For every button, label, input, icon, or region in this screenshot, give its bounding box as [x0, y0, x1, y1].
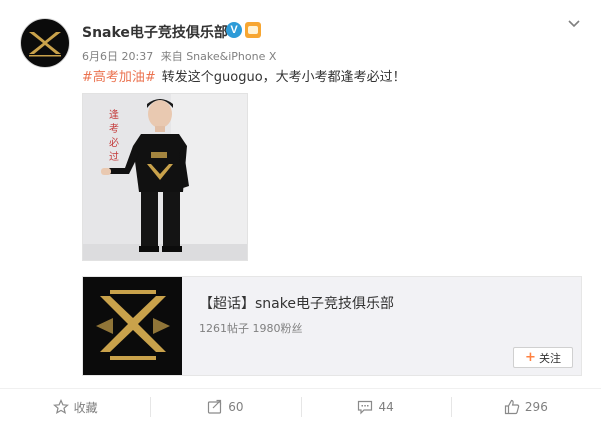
- photo-sign-char: 逢: [109, 109, 119, 121]
- snake-sports-logo-icon: [95, 290, 170, 360]
- repost-button[interactable]: 60: [150, 389, 300, 425]
- topic-title[interactable]: 【超话】snake电子竞技俱乐部: [199, 293, 394, 313]
- topic-thumbnail: [83, 277, 182, 375]
- follow-label: 关注: [538, 351, 561, 365]
- like-button[interactable]: 296: [450, 389, 601, 425]
- post-meta: 6月6日 20:37 来自 Snake&iPhone X: [82, 48, 280, 64]
- comment-icon: [358, 400, 373, 415]
- post-text: #高考加油# 转发这个guoguo，大考小考都逢考必过！: [82, 66, 406, 85]
- favorite-label: 收藏: [73, 400, 98, 415]
- user-badges: V: [226, 22, 261, 38]
- user-avatar[interactable]: [20, 18, 70, 68]
- member-icon[interactable]: [245, 22, 261, 38]
- super-topic-card[interactable]: 【超话】snake电子竞技俱乐部 1261帖子 1980粉丝 + 关注: [82, 276, 582, 376]
- repost-icon: [208, 399, 222, 414]
- post-photo[interactable]: 逢 考 必 过: [82, 93, 248, 261]
- topic-stats: 1261帖子 1980粉丝: [199, 322, 303, 335]
- favorite-button[interactable]: 收藏: [0, 389, 150, 425]
- post-date-link[interactable]: 6月6日 20:37: [82, 50, 153, 63]
- post-source: 来自 Snake&iPhone X: [160, 50, 277, 63]
- follow-button[interactable]: + 关注: [513, 347, 573, 368]
- photo-sign-char: 过: [109, 150, 119, 163]
- action-bar: 收藏 60 44 296: [0, 388, 601, 425]
- comment-count: 44: [378, 400, 394, 414]
- user-name-link[interactable]: Snake电子竞技俱乐部: [82, 22, 228, 42]
- verified-icon[interactable]: V: [226, 22, 242, 38]
- like-icon: [504, 399, 520, 415]
- photo-sign-char: 必: [109, 136, 119, 149]
- post-body: 转发这个guoguo，大考小考都逢考必过！: [161, 70, 406, 85]
- comment-button[interactable]: 44: [300, 389, 451, 425]
- hashtag-link[interactable]: #高考加油#: [82, 70, 156, 85]
- chevron-down-icon[interactable]: [566, 16, 582, 32]
- snake-logo-icon: [29, 32, 61, 57]
- plus-icon: +: [525, 350, 536, 365]
- repost-count: 60: [228, 400, 244, 414]
- like-count: 296: [524, 400, 548, 414]
- person-photo-image: 逢 考 必 过: [83, 94, 247, 260]
- photo-sign-char: 考: [109, 123, 119, 135]
- weibo-post-card: Snake电子竞技俱乐部 V 6月6日 20:37 来自 Snake&iPhon…: [0, 0, 601, 425]
- star-icon: [52, 399, 69, 415]
